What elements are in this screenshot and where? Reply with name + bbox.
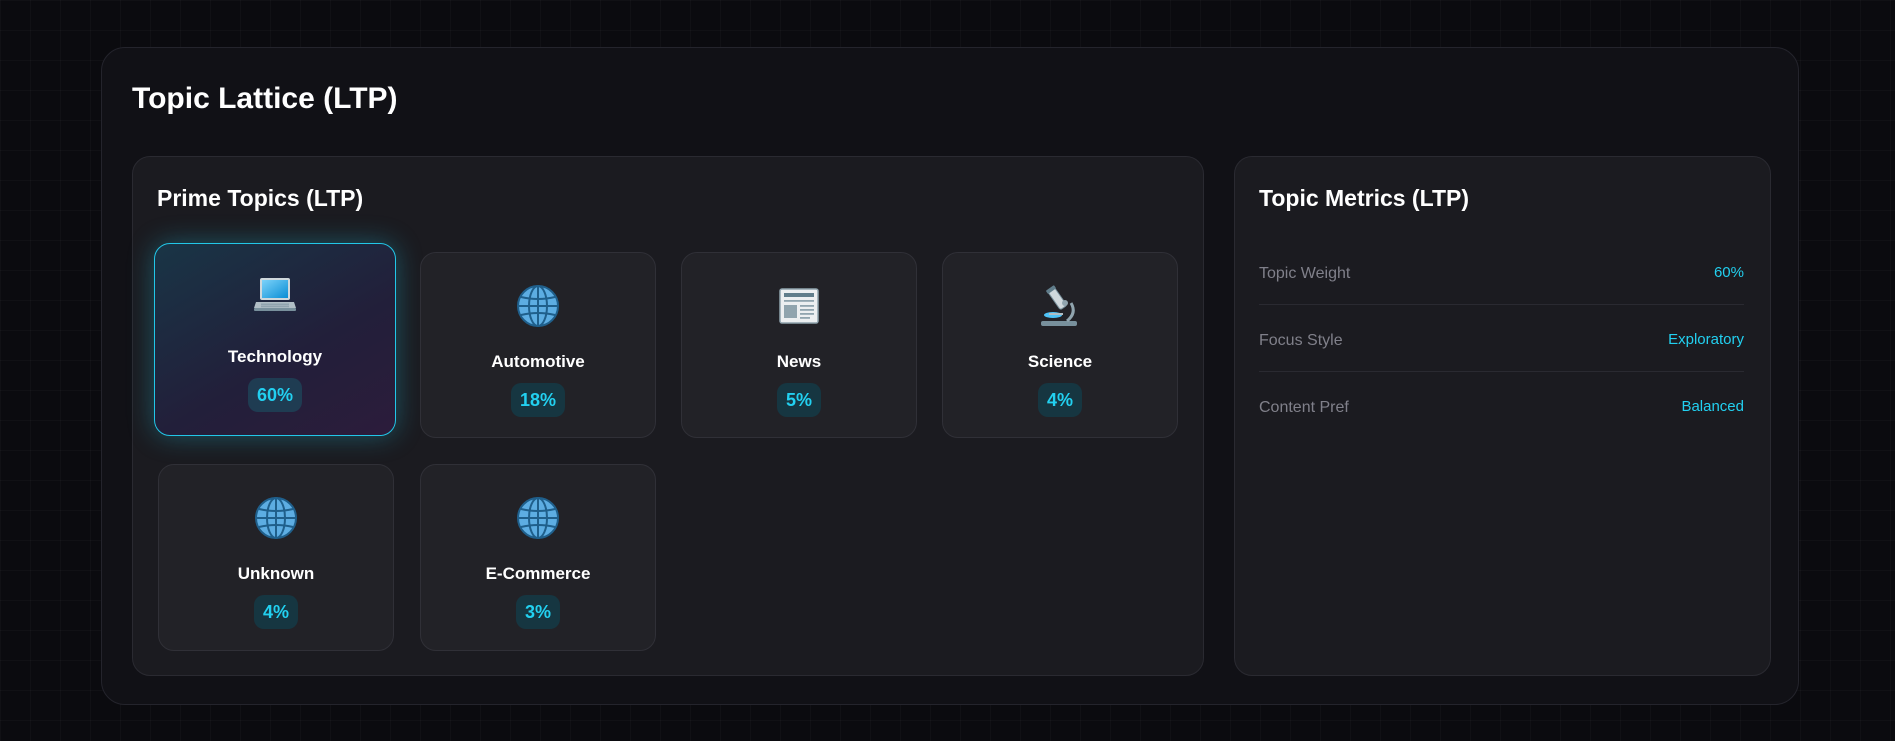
topic-label: E-Commerce <box>485 564 591 583</box>
prime-topics-card: Prime Topics (LTP) Technology 60% Automo… <box>132 156 1204 676</box>
topic-tile-news[interactable]: News 5% <box>681 252 917 438</box>
microscope-icon <box>943 283 1177 329</box>
topic-tile-automotive[interactable]: Automotive 18% <box>420 252 656 438</box>
metric-name: Topic Weight <box>1259 265 1351 282</box>
metric-name: Content Pref <box>1259 399 1349 416</box>
metric-value: Exploratory <box>1668 331 1744 348</box>
topic-label: News <box>776 352 822 371</box>
topic-label: Automotive <box>491 352 585 371</box>
topic-percent-badge: 4% <box>1037 383 1083 417</box>
metric-row-topic-weight: Topic Weight 60% <box>1259 237 1744 305</box>
metric-value: 60% <box>1713 264 1744 281</box>
metric-name: Focus Style <box>1259 332 1343 349</box>
globe-icon <box>421 283 655 329</box>
topic-metrics-title: Topic Metrics (LTP) <box>1259 185 1469 211</box>
metric-row-focus-style: Focus Style Exploratory <box>1259 304 1744 372</box>
laptop-icon <box>155 272 395 318</box>
topic-tile-technology[interactable]: Technology 60% <box>154 243 396 436</box>
globe-icon <box>421 495 655 541</box>
topic-label: Unknown <box>237 564 315 583</box>
topic-label: Science <box>1027 352 1093 371</box>
topic-tile-unknown[interactable]: Unknown 4% <box>158 464 394 651</box>
topic-lattice-panel: Topic Lattice (LTP) Prime Topics (LTP) T… <box>101 47 1799 705</box>
topic-tile-science[interactable]: Science 4% <box>942 252 1178 438</box>
topic-metrics-card: Topic Metrics (LTP) Topic Weight 60% Foc… <box>1234 156 1771 676</box>
topic-percent-badge: 4% <box>253 595 299 629</box>
globe-icon <box>159 495 393 541</box>
topic-label: Technology <box>227 347 323 366</box>
newspaper-icon <box>682 283 916 329</box>
topic-percent-badge: 60% <box>247 378 303 412</box>
topic-percent-badge: 5% <box>776 383 822 417</box>
topic-percent-badge: 3% <box>515 595 561 629</box>
page-title: Topic Lattice (LTP) <box>132 82 398 115</box>
metric-row-content-pref: Content Pref Balanced <box>1259 371 1744 438</box>
topic-percent-badge: 18% <box>510 383 566 417</box>
metric-value: Balanced <box>1681 398 1744 415</box>
prime-topics-title: Prime Topics (LTP) <box>157 185 364 211</box>
topic-tile-e-commerce[interactable]: E-Commerce 3% <box>420 464 656 651</box>
